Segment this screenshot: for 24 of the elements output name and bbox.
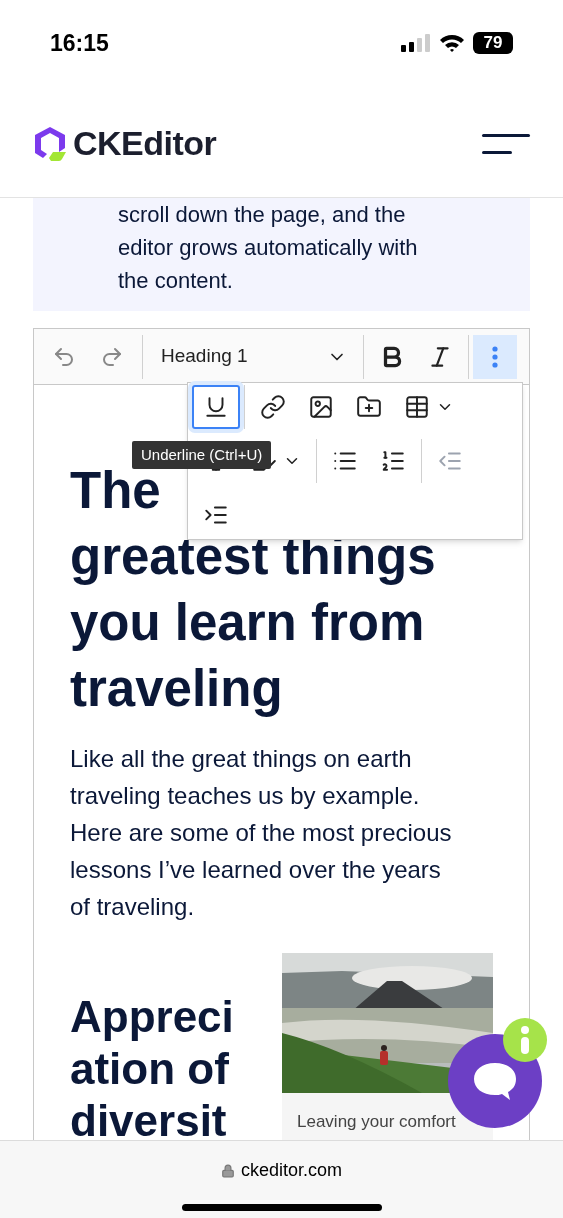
article-paragraph: Like all the great things on earth traveling teaches us by example. Here are some of the most precious lessons I’ve learned over the years of traveling. <box>70 744 453 922</box>
folder-plus-icon <box>356 394 382 420</box>
info-icon <box>520 1026 530 1054</box>
speech-bubble-icon <box>472 1061 518 1101</box>
more-icon <box>492 345 498 368</box>
section-heading: Appreci ation of diversit <box>70 991 235 1140</box>
logo-text: CKEditor <box>73 123 217 164</box>
heading-line: The <box>70 466 161 516</box>
logo-icon <box>33 125 67 162</box>
image-icon <box>308 394 334 420</box>
battery-indicator: 79 <box>473 32 513 54</box>
notice-text: scroll down the page, and the editor grows automatically with the content. <box>118 201 419 295</box>
more-button[interactable] <box>473 334 517 379</box>
signal-icon <box>401 34 431 52</box>
underline-icon <box>203 394 229 420</box>
heading-dropdown[interactable]: Heading 1 <box>149 334 359 379</box>
status-time: 16:15 <box>50 28 109 58</box>
address-url: ckeditor.com <box>240 1159 342 1182</box>
wifi-icon <box>439 34 465 52</box>
link-icon <box>260 394 286 420</box>
tooltip: Underline (Ctrl+U) <box>132 441 272 469</box>
lock-icon <box>220 1163 235 1178</box>
table-icon <box>404 394 430 420</box>
numbered-list-icon <box>380 448 406 474</box>
